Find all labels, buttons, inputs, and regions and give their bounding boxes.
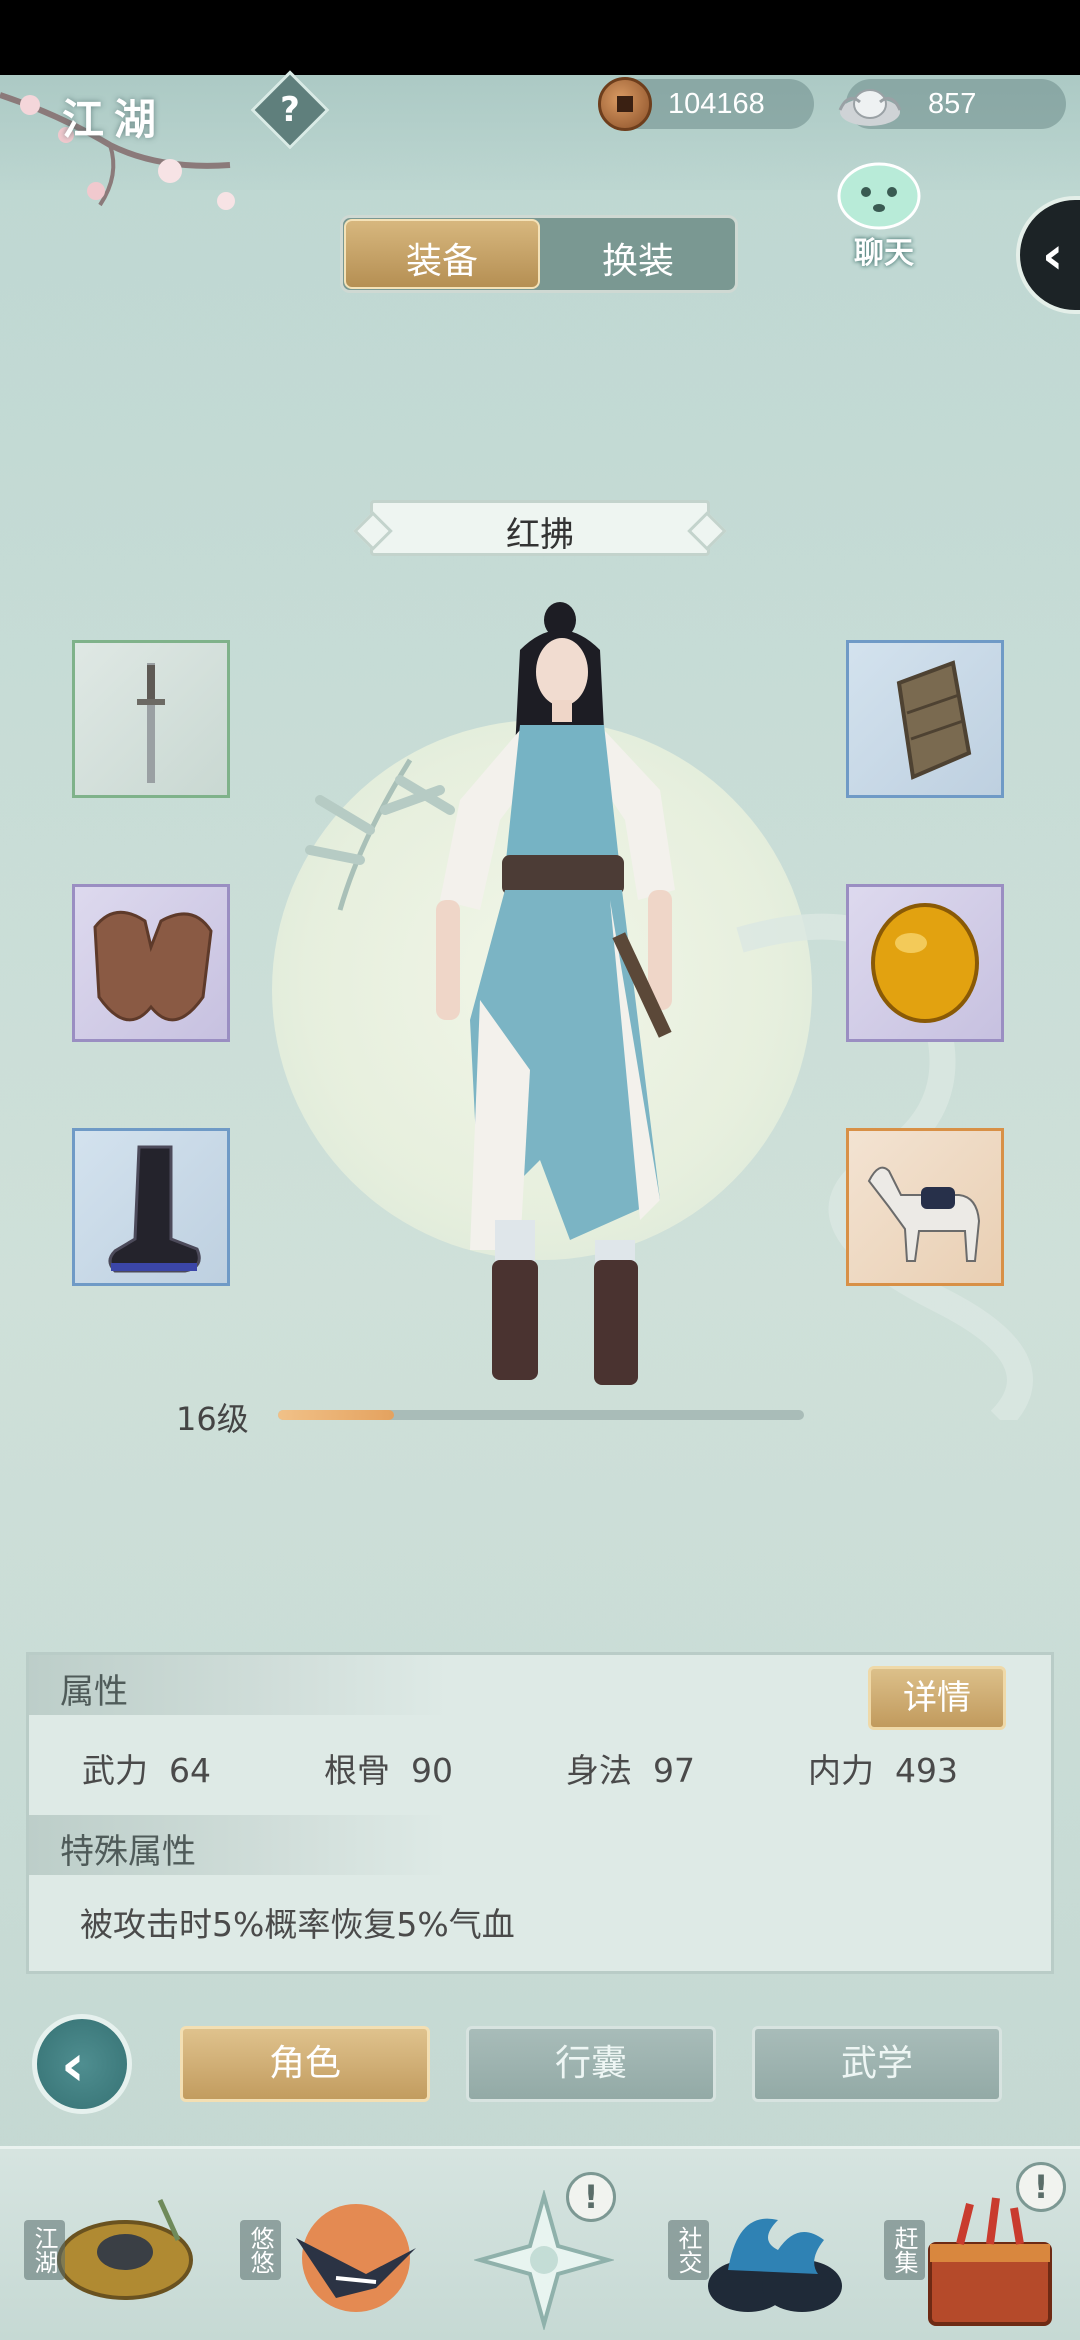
help-icon: ?	[280, 90, 300, 130]
attr-force: 武力 64	[82, 1744, 211, 1792]
accessory-slot[interactable]	[846, 884, 1004, 1042]
sword-icon	[137, 663, 165, 783]
tab-martial-arts[interactable]: 武学	[752, 2026, 1002, 2102]
nav-market[interactable]: 赶集 !	[880, 2160, 1080, 2340]
nav-label: 社交	[668, 2220, 709, 2280]
detail-button[interactable]: 详情	[868, 1666, 1006, 1730]
armor-slot[interactable]	[72, 884, 230, 1042]
attr-label: 根骨	[324, 1751, 390, 1790]
side-panel-toggle[interactable]: ‹	[1016, 196, 1080, 314]
status-bar	[0, 0, 1080, 75]
boot-icon	[108, 1145, 201, 1273]
attr-label: 身法	[566, 1751, 632, 1790]
alert-icon: !	[1016, 2162, 1066, 2212]
attr-value: 97	[652, 1751, 695, 1790]
character-name: 红拂	[506, 515, 574, 555]
character-model	[436, 602, 675, 1385]
attr-constitution: 根骨 90	[324, 1744, 453, 1792]
attr-agility: 身法 97	[566, 1744, 695, 1792]
nav-social[interactable]: 社交	[664, 2160, 864, 2340]
level-label: 16级	[176, 1400, 249, 1438]
copper-coin-icon	[598, 77, 652, 131]
alert-icon: !	[566, 2172, 616, 2222]
silver-ingot-icon	[838, 89, 902, 126]
tab-equip[interactable]: 装备	[344, 232, 540, 284]
chevron-left-icon: ‹	[1042, 226, 1064, 286]
amber-orb-icon	[871, 903, 979, 1023]
nav-label: 江湖	[24, 2220, 65, 2280]
page-title: 江湖	[62, 95, 167, 144]
bamboo-hat-icon	[57, 2198, 193, 2300]
special-title: 特殊属性	[60, 1832, 196, 1872]
swallow-sun-icon	[296, 2204, 416, 2312]
attr-value: 493	[894, 1751, 958, 1790]
nav-youyou[interactable]: 悠悠	[236, 2160, 436, 2340]
back-button[interactable]: ‹	[32, 2014, 132, 2114]
chat-label[interactable]: 聊天	[836, 228, 932, 272]
horse-icon	[867, 1166, 981, 1262]
weapon-slot[interactable]	[72, 640, 230, 798]
attr-label: 内力	[808, 1751, 874, 1790]
copper-amount: 104168	[668, 88, 765, 120]
nav-jianghu[interactable]: 江湖	[20, 2160, 220, 2340]
tab-outfit[interactable]: 换装	[540, 232, 736, 284]
tab-character[interactable]: 角色	[180, 2026, 430, 2102]
bracer-icon	[896, 660, 972, 780]
attr-inner-power: 内力 493	[808, 1744, 958, 1792]
special-text: 被攻击时5%概率恢复5%气血	[80, 1905, 515, 1944]
level-progress-fill	[278, 1410, 394, 1420]
nav-label: 赶集	[884, 2220, 925, 2280]
nav-label: 悠悠	[240, 2220, 281, 2280]
attribute-title: 属性	[60, 1672, 128, 1712]
silver-amount: 857	[928, 88, 977, 120]
back-arrow-icon: ‹	[61, 2031, 85, 2099]
wave-bowls-icon	[708, 2218, 842, 2312]
attr-value: 64	[168, 1751, 211, 1790]
bracer-slot[interactable]	[846, 640, 1004, 798]
leather-armor-icon	[93, 910, 213, 1022]
attr-label: 武力	[82, 1751, 148, 1790]
tab-inventory[interactable]: 行囊	[466, 2026, 716, 2102]
attr-value: 90	[410, 1751, 453, 1790]
mount-slot[interactable]	[846, 1128, 1004, 1286]
nav-center[interactable]: !	[450, 2160, 650, 2340]
boots-slot[interactable]	[72, 1128, 230, 1286]
